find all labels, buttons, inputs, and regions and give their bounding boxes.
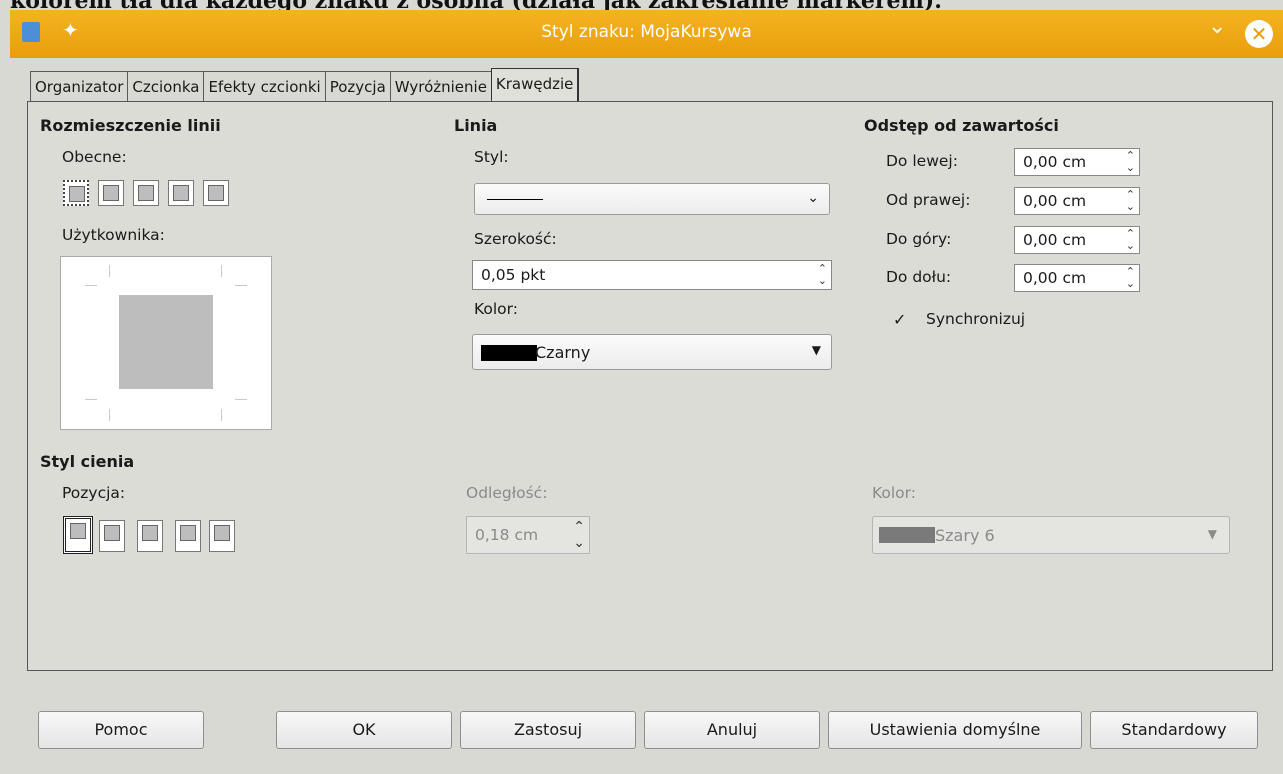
line-color-value: Czarny xyxy=(535,343,591,362)
shadow-distance-field[interactable]: 0,18 cm ⌃ ⌄ xyxy=(466,516,590,554)
padding-left-value: 0,00 cm xyxy=(1023,153,1087,171)
shadow-distance-value: 0,18 cm xyxy=(475,526,539,544)
line-width-value: 0,05 pkt xyxy=(481,266,546,284)
app-icon xyxy=(22,22,40,42)
spin-buttons-icon[interactable]: ⌃ ⌄ xyxy=(1126,228,1135,252)
presets-label: Obecne: xyxy=(62,148,127,166)
shadow-position-label: Pozycja: xyxy=(62,484,126,502)
line-color-dropdown[interactable]: Czarny ▼ xyxy=(472,334,832,370)
padding-left-field[interactable]: 0,00 cm ⌃ ⌄ xyxy=(1014,148,1140,176)
padding-top-field[interactable]: 0,00 cm ⌃ ⌄ xyxy=(1014,226,1140,254)
line-style-sample xyxy=(487,199,543,200)
shadow-distance-label: Odległość: xyxy=(466,484,548,502)
preset-left-right[interactable] xyxy=(168,180,194,206)
close-icon[interactable]: ✕ xyxy=(1245,20,1273,48)
preset-box-lines[interactable] xyxy=(133,180,159,206)
apply-button[interactable]: Zastosuj xyxy=(460,711,636,749)
dialog-title: Styl znaku: MojaKursywa xyxy=(541,22,752,42)
dialog-titlebar[interactable]: Styl znaku: MojaKursywa xyxy=(10,10,1283,58)
line-width-field[interactable]: 0,05 pkt ⌃ ⌄ xyxy=(472,260,832,290)
chevron-down-icon: ⌄ xyxy=(807,190,819,206)
cancel-button[interactable]: Anuluj xyxy=(644,711,820,749)
sync-label: Synchronizuj xyxy=(926,310,1026,328)
pin-icon[interactable]: ✦ xyxy=(62,18,79,42)
tab-bar: Organizator Czcionka Efekty czcionki Poz… xyxy=(30,68,580,102)
line-color-swatch xyxy=(481,345,537,361)
chevron-down-icon[interactable]: ⌄ xyxy=(1208,14,1226,39)
standard-button[interactable]: Standardowy xyxy=(1090,711,1258,749)
shadow-top-left[interactable] xyxy=(209,520,235,552)
reset-defaults-button[interactable]: Ustawienia domyślne xyxy=(828,711,1082,749)
preview-content-box xyxy=(119,295,213,389)
spin-buttons-icon[interactable]: ⌃ ⌄ xyxy=(1126,189,1135,213)
line-width-label: Szerokość: xyxy=(474,230,557,248)
padding-bottom-value: 0,00 cm xyxy=(1023,269,1087,287)
padding-top-label: Do góry: xyxy=(886,230,952,248)
padding-right-value: 0,00 cm xyxy=(1023,192,1087,210)
padding-bottom-label: Do dołu: xyxy=(886,268,952,286)
shadow-style-heading: Styl cienia xyxy=(40,452,135,471)
tab-font-effects[interactable]: Efekty czcionki xyxy=(203,71,326,102)
padding-right-field[interactable]: 0,00 cm ⌃ ⌄ xyxy=(1014,187,1140,215)
shadow-top-right[interactable] xyxy=(175,520,201,552)
padding-bottom-field[interactable]: 0,00 cm ⌃ ⌄ xyxy=(1014,264,1140,292)
tab-borders[interactable]: Krawędzie xyxy=(490,68,580,102)
padding-right-label: Od prawej: xyxy=(886,191,971,209)
tab-font[interactable]: Czcionka xyxy=(127,71,205,102)
padding-heading: Odstęp od zawartości xyxy=(864,116,1059,135)
spin-buttons-icon[interactable]: ⌃ ⌄ xyxy=(818,263,827,287)
line-arrangement-heading: Rozmieszczenie linii xyxy=(40,116,221,135)
spin-buttons-icon[interactable]: ⌃ ⌄ xyxy=(1126,266,1135,290)
shadow-color-value: Szary 6 xyxy=(935,526,995,545)
padding-left-label: Do lewej: xyxy=(886,152,958,170)
line-color-label: Kolor: xyxy=(474,300,518,318)
line-style-label: Styl: xyxy=(474,148,509,166)
line-heading: Linia xyxy=(454,116,498,135)
shadow-bottom-left[interactable] xyxy=(137,520,163,552)
preset-left[interactable] xyxy=(203,180,229,206)
tab-highlighting[interactable]: Wyróżnienie xyxy=(389,71,492,102)
sync-checkbox[interactable]: ✓ xyxy=(893,310,906,329)
spin-buttons-icon[interactable]: ⌃ ⌄ xyxy=(573,519,585,551)
preset-none[interactable] xyxy=(63,180,89,206)
spin-buttons-icon[interactable]: ⌃ ⌄ xyxy=(1126,150,1135,174)
shadow-color-dropdown[interactable]: Szary 6 ▼ xyxy=(872,516,1230,554)
user-defined-label: Użytkownika: xyxy=(62,226,165,244)
shadow-none[interactable] xyxy=(63,516,93,554)
padding-top-value: 0,00 cm xyxy=(1023,231,1087,249)
line-style-dropdown[interactable]: ⌄ xyxy=(474,183,830,215)
dropdown-arrow-icon: ▼ xyxy=(811,343,821,357)
shadow-bottom-right[interactable] xyxy=(99,520,125,552)
tab-organizer[interactable]: Organizator xyxy=(30,71,129,102)
shadow-color-label: Kolor: xyxy=(872,484,916,502)
ok-button[interactable]: OK xyxy=(276,711,452,749)
border-preview[interactable] xyxy=(60,256,272,430)
preset-box[interactable] xyxy=(98,180,124,206)
tab-position[interactable]: Pozycja xyxy=(324,71,391,102)
help-button[interactable]: Pomoc xyxy=(38,711,204,749)
dropdown-arrow-icon: ▼ xyxy=(1207,527,1217,541)
shadow-color-swatch xyxy=(879,527,935,543)
